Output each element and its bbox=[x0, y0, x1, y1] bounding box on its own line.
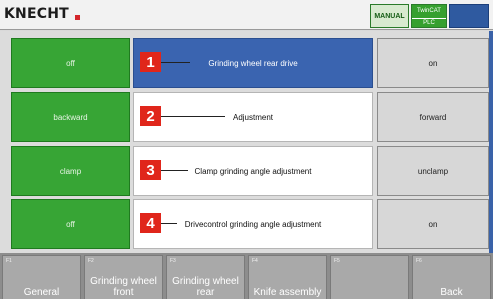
row2-backward-button[interactable]: backward bbox=[11, 92, 130, 142]
row2-function-field[interactable]: Adjustment bbox=[133, 92, 373, 142]
row4-function-label: Drivecontrol grinding angle adjustment bbox=[184, 219, 322, 229]
f1-key-label: F1 bbox=[6, 258, 12, 264]
row3-function-label: Clamp grinding angle adjustment bbox=[194, 166, 312, 176]
callout-marker-4: 4 bbox=[140, 213, 161, 233]
callout-marker-1: 1 bbox=[140, 52, 161, 72]
f6-key-label: F6 bbox=[416, 258, 422, 264]
f2-key-label: F2 bbox=[88, 258, 94, 264]
row1-function-label: Grinding wheel rear drive bbox=[208, 58, 298, 68]
f6-back-button[interactable]: F6 Back bbox=[412, 255, 491, 299]
plc-status-line2: PLC bbox=[412, 18, 446, 26]
row1-function-field[interactable]: Grinding wheel rear drive bbox=[133, 38, 373, 88]
f5-key-label: F5 bbox=[334, 258, 340, 264]
f2-grinding-wheel-front-button[interactable]: F2 Grinding wheel front bbox=[84, 255, 163, 299]
f6-button-label: Back bbox=[440, 287, 463, 298]
callout-line-2 bbox=[161, 116, 225, 117]
row3-unclamp-button[interactable]: unclamp bbox=[377, 146, 489, 196]
header-bar: KNECHT MANUAL TwinCAT PLC bbox=[0, 0, 493, 30]
manual-control-panel: off Grinding wheel rear drive on backwar… bbox=[0, 31, 493, 253]
f5-empty-button[interactable]: F5 bbox=[330, 255, 409, 299]
knecht-logo: KNECHT bbox=[4, 6, 69, 22]
row1-off-button[interactable]: off bbox=[11, 38, 130, 88]
row4-off-button[interactable]: off bbox=[11, 199, 130, 249]
callout-line-3 bbox=[161, 170, 188, 171]
f3-key-label: F3 bbox=[170, 258, 176, 264]
row2-function-label: Adjustment bbox=[232, 112, 274, 122]
function-key-bar: F1 General F2 Grinding wheel front F3 Gr… bbox=[0, 253, 493, 299]
row3-function-field[interactable]: Clamp grinding angle adjustment bbox=[133, 146, 373, 196]
f3-button-label: Grinding wheel rear bbox=[172, 276, 239, 298]
row4-on-button[interactable]: on bbox=[377, 199, 489, 249]
f4-button-label: Knife assembly bbox=[253, 287, 322, 298]
row3-clamp-button[interactable]: clamp bbox=[11, 146, 130, 196]
f3-grinding-wheel-rear-button[interactable]: F3 Grinding wheel rear bbox=[166, 255, 245, 299]
f1-general-button[interactable]: F1 General bbox=[2, 255, 81, 299]
callout-line-1 bbox=[161, 62, 190, 63]
row2-forward-button[interactable]: forward bbox=[377, 92, 489, 142]
plc-status-line1: TwinCAT bbox=[417, 8, 441, 14]
manual-mode-label: MANUAL bbox=[374, 13, 405, 20]
row4-function-field[interactable]: Drivecontrol grinding angle adjustment bbox=[133, 199, 373, 249]
f1-button-label: General bbox=[23, 287, 60, 298]
logo-red-dot bbox=[75, 15, 80, 20]
callout-marker-3: 3 bbox=[140, 160, 161, 180]
f2-button-label: Grinding wheel front bbox=[90, 276, 157, 298]
f4-key-label: F4 bbox=[252, 258, 258, 264]
manual-mode-indicator: MANUAL bbox=[370, 4, 409, 28]
callout-marker-2: 2 bbox=[140, 106, 161, 126]
plc-status-indicator: TwinCAT PLC bbox=[411, 4, 447, 28]
row1-on-button[interactable]: on bbox=[377, 38, 489, 88]
f4-knife-assembly-button[interactable]: F4 Knife assembly bbox=[248, 255, 327, 299]
status-indicator-blue bbox=[449, 4, 489, 28]
callout-line-4 bbox=[161, 223, 177, 224]
